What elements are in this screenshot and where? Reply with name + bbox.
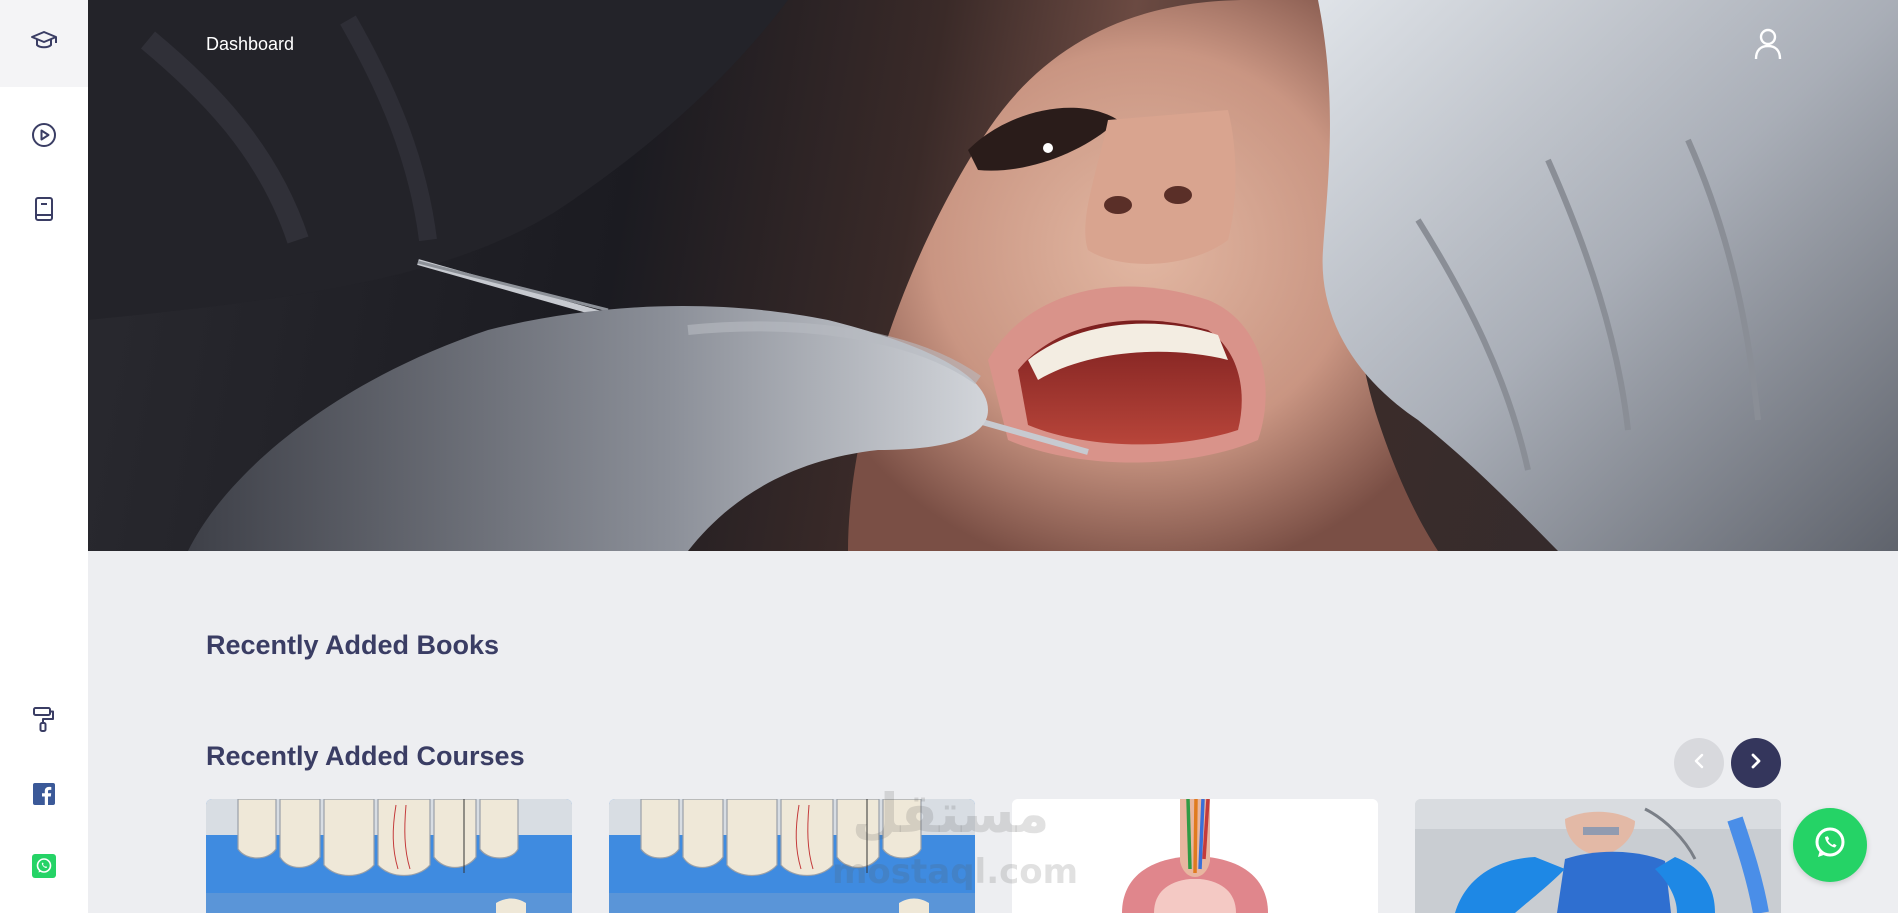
tooth-root-canal-illustration [1012,799,1378,913]
dentist-examining-patient-photo [88,0,1898,551]
dental-rubber-dam-photo [1415,799,1781,913]
facebook-icon [33,783,55,805]
carousel-next-button[interactable] [1731,738,1781,788]
user-icon[interactable] [1750,26,1786,62]
book-icon [33,196,55,222]
sidebar-item-theme[interactable] [0,697,88,743]
chevron-right-icon [1749,752,1763,775]
graduation-cap-icon [30,29,58,58]
course-card[interactable] [1415,799,1781,913]
whatsapp-icon [32,854,56,878]
veneer-teeth-photo [609,799,975,913]
sidebar-item-courses[interactable] [0,112,88,158]
whatsapp-chat-button[interactable] [1793,808,1867,882]
paint-roller-icon [31,706,57,734]
whatsapp-icon [1810,823,1850,868]
carousel-prev-button[interactable] [1674,738,1724,788]
courses-section-title: Recently Added Courses [206,741,525,771]
course-card[interactable] [609,799,975,913]
veneer-teeth-photo [206,799,572,913]
play-circle-icon [31,122,57,148]
books-section-title: Recently Added Books [206,630,500,660]
course-card[interactable] [206,799,572,913]
course-card[interactable] [1012,799,1378,913]
sidebar-item-facebook[interactable] [0,771,88,817]
sidebar-logo[interactable] [0,0,88,87]
sidebar [0,0,88,913]
chevron-left-icon [1692,752,1706,775]
sidebar-item-whatsapp[interactable] [0,843,88,889]
hero-banner: Dashboard [88,0,1898,551]
sidebar-item-books[interactable] [0,186,88,232]
page-title: Dashboard [206,34,295,54]
